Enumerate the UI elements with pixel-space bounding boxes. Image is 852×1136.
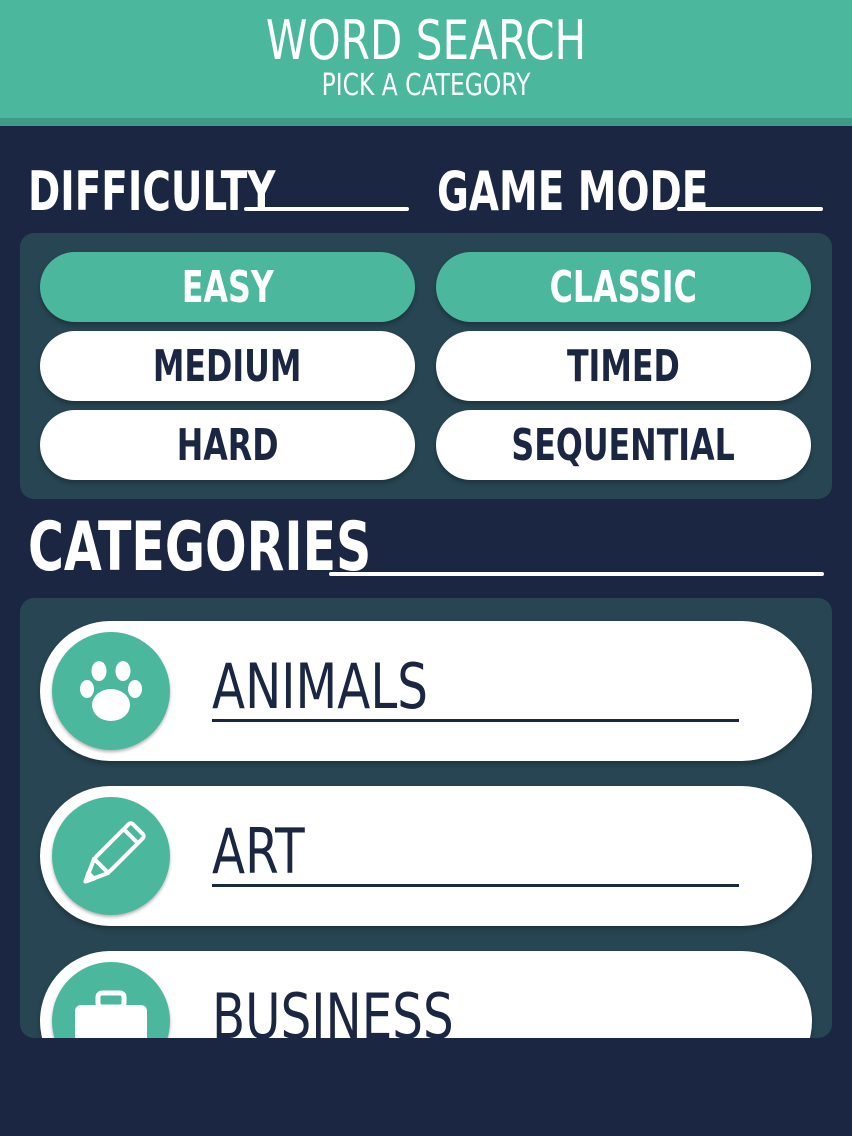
app-title: WORD SEARCH — [265, 9, 587, 72]
categories-panel: ANIMALS ART BUSINESS — [20, 598, 832, 1038]
briefcase-icon — [52, 962, 170, 1038]
difficulty-medium-button[interactable]: MEDIUM — [40, 331, 415, 401]
category-art[interactable]: ART — [40, 786, 812, 926]
difficulty-hard-button[interactable]: HARD — [40, 410, 415, 480]
category-art-underline — [212, 884, 739, 887]
category-art-label: ART — [212, 815, 305, 888]
category-animals-underline — [212, 719, 739, 722]
difficulty-easy-button[interactable]: EASY — [40, 252, 415, 322]
app-subtitle: PICK A CATEGORY — [321, 68, 531, 103]
difficulty-heading: DIFFICULTY — [28, 160, 276, 223]
app-header: WORD SEARCH PICK A CATEGORY — [0, 0, 852, 126]
category-animals-label: ANIMALS — [212, 650, 428, 723]
game-mode-heading: GAME MODE — [437, 160, 709, 223]
categories-heading-line — [329, 572, 824, 576]
difficulty-easy-label: EASY — [181, 261, 274, 313]
categories-heading: CATEGORIES — [28, 508, 372, 587]
mode-classic-label: CLASSIC — [549, 261, 698, 313]
difficulty-heading-line — [244, 207, 409, 211]
category-business-label: BUSINESS — [212, 980, 454, 1038]
category-animals[interactable]: ANIMALS — [40, 621, 812, 761]
mode-timed-label: TIMED — [567, 340, 680, 392]
mode-sequential-button[interactable]: SEQUENTIAL — [436, 410, 811, 480]
mode-timed-button[interactable]: TIMED — [436, 331, 811, 401]
game-mode-heading-line — [677, 207, 823, 211]
paw-icon — [52, 632, 170, 750]
mode-classic-button[interactable]: CLASSIC — [436, 252, 811, 322]
pencil-icon — [52, 797, 170, 915]
difficulty-hard-label: HARD — [176, 419, 279, 471]
category-business[interactable]: BUSINESS — [40, 951, 812, 1038]
options-panel: EASY MEDIUM HARD CLASSIC TIMED SEQUENTIA… — [20, 233, 832, 499]
difficulty-medium-label: MEDIUM — [153, 340, 302, 392]
mode-sequential-label: SEQUENTIAL — [511, 419, 736, 471]
